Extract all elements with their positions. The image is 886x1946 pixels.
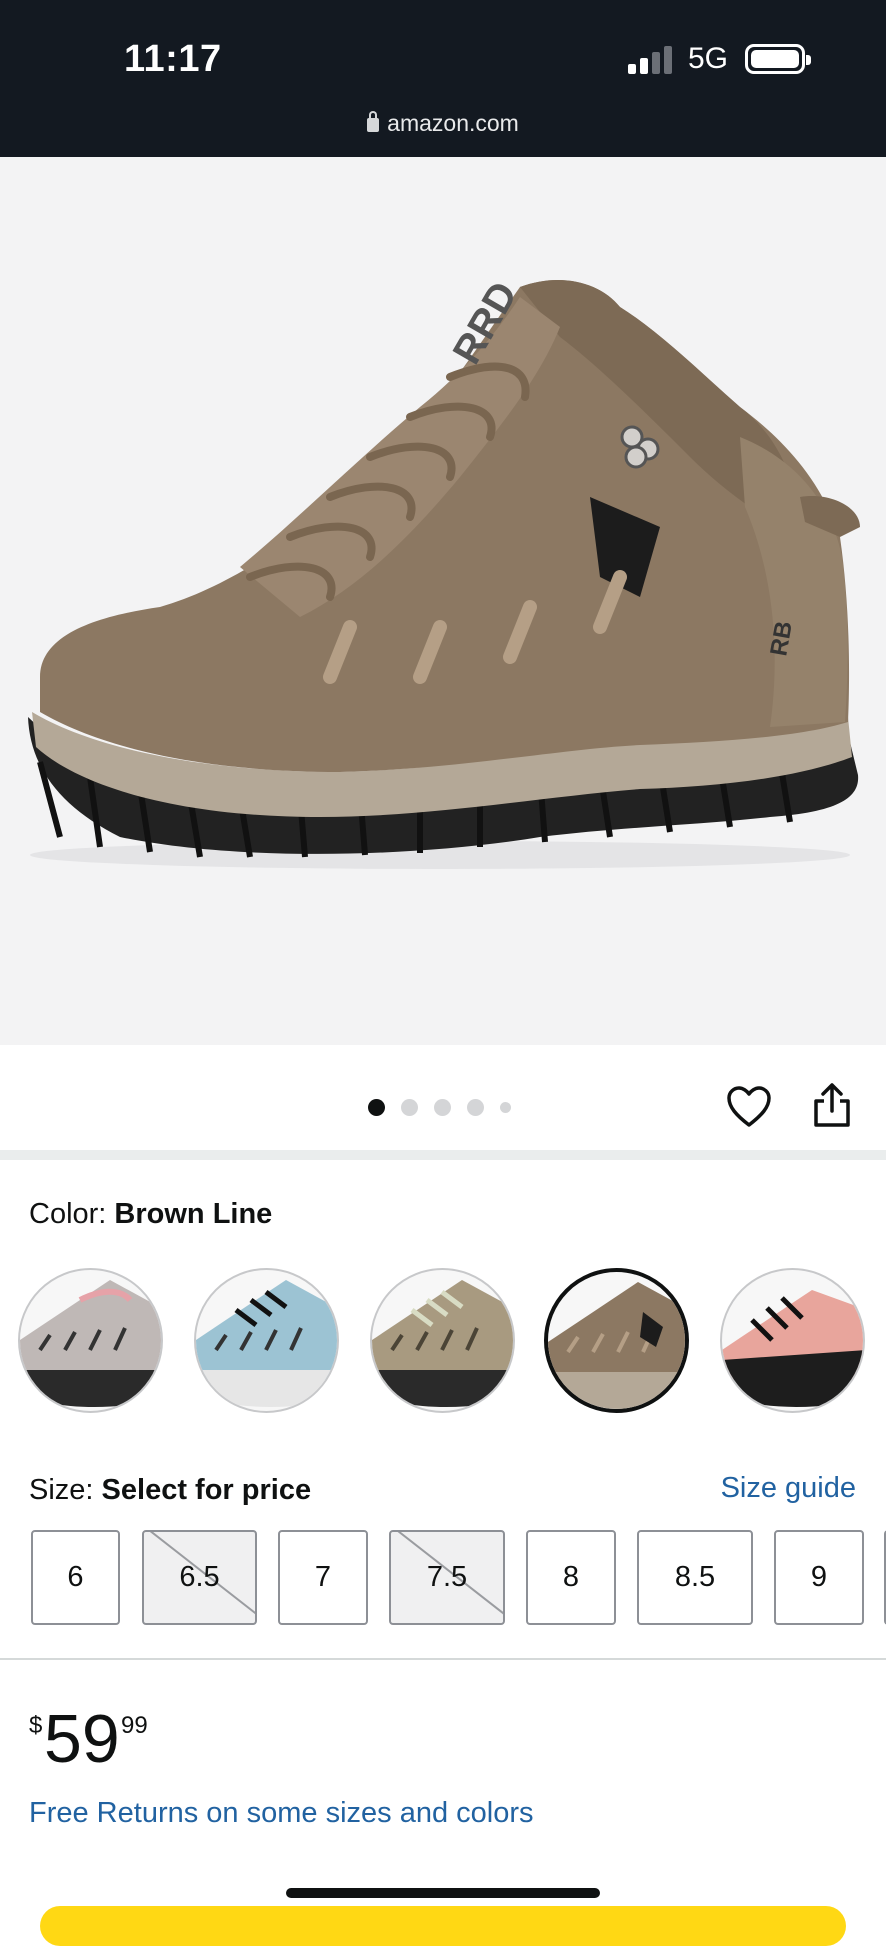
cellular-signal-icon	[628, 46, 674, 74]
network-type: 5G	[688, 42, 729, 75]
carousel-dot-4[interactable]	[467, 1098, 484, 1116]
color-swatch-brown-line[interactable]	[544, 1268, 689, 1413]
color-swatch-khaki[interactable]	[370, 1268, 515, 1413]
selected-color: Brown Line	[114, 1198, 273, 1230]
carousel-dot-5[interactable]	[500, 1101, 511, 1113]
khaki-boot-thumbnail	[372, 1280, 513, 1407]
color-swatch-grey[interactable]	[18, 1268, 163, 1413]
price-fraction: 99	[121, 1712, 148, 1739]
url-text: amazon.com	[387, 110, 519, 136]
section-divider	[0, 1150, 886, 1160]
add-to-cart-button[interactable]	[40, 1906, 846, 1946]
price-whole: 59	[44, 1701, 120, 1777]
grey-boot-thumbnail	[20, 1280, 161, 1407]
size-option-6-5-unavailable[interactable]: 6.5	[142, 1530, 257, 1625]
size-option-8[interactable]: 8	[526, 1530, 616, 1625]
pink-black-boot-thumbnail	[722, 1290, 863, 1407]
heart-icon[interactable]	[726, 1085, 772, 1129]
home-indicator	[286, 1888, 600, 1898]
color-swatch-pink-black[interactable]	[720, 1268, 865, 1413]
share-icon[interactable]	[812, 1081, 852, 1129]
carousel-dot-1[interactable]	[368, 1098, 385, 1116]
carousel-dot-2[interactable]	[401, 1098, 418, 1116]
light-blue-boot-thumbnail	[196, 1280, 337, 1407]
lock-icon	[367, 111, 380, 132]
size-option-8-5[interactable]: 8.5	[637, 1530, 753, 1625]
brown-boot-thumbnail	[548, 1282, 685, 1409]
status-bar: 11:17 5G amazon.com	[0, 0, 886, 157]
image-carousel-controls	[0, 1045, 886, 1155]
size-option-7[interactable]: 7	[278, 1530, 368, 1625]
size-label: Size: Select for price	[29, 1474, 312, 1506]
hiking-boot-image: RRD RB	[28, 274, 860, 869]
size-option-7-5-unavailable[interactable]: 7.5	[389, 1530, 505, 1625]
free-returns-link[interactable]: Free Returns on some sizes and colors	[29, 1797, 534, 1830]
color-swatch-light-blue[interactable]	[194, 1268, 339, 1413]
price-symbol: $	[29, 1712, 43, 1739]
carousel-dot-3[interactable]	[434, 1098, 451, 1116]
size-option-6[interactable]: 6	[31, 1530, 120, 1625]
product-image[interactable]: RRD RB	[0, 157, 886, 1045]
color-label: Color: Brown Line	[29, 1198, 273, 1230]
size-guide-link[interactable]: Size guide	[721, 1472, 856, 1505]
clock-time: 11:17	[124, 38, 222, 80]
carousel-dots	[368, 1098, 511, 1116]
address-bar[interactable]: amazon.com	[0, 110, 886, 137]
section-divider	[0, 1658, 886, 1660]
battery-icon	[745, 44, 811, 74]
selected-size: Select for price	[101, 1474, 312, 1506]
size-option-9[interactable]: 9	[774, 1530, 864, 1625]
